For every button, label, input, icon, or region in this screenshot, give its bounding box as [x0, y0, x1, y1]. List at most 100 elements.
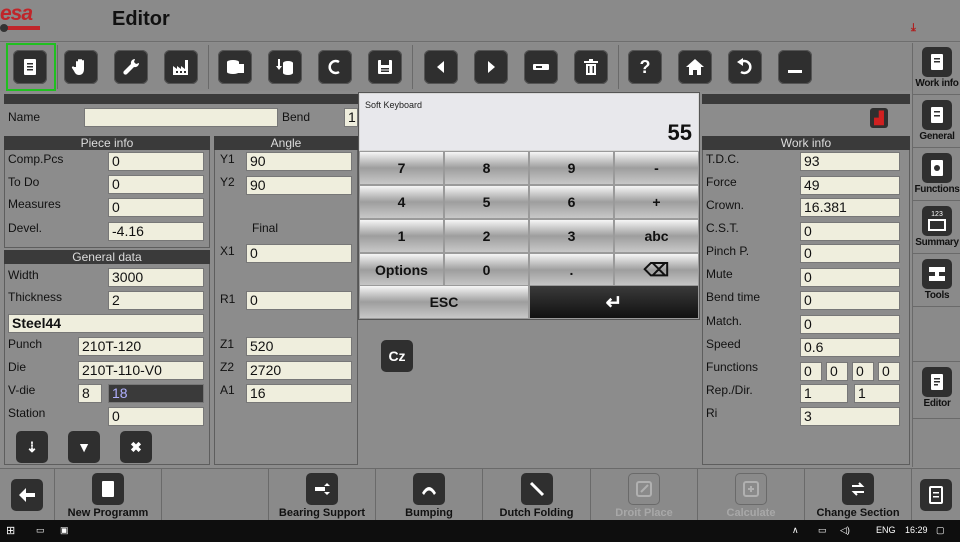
- network-icon[interactable]: ▭: [818, 525, 827, 536]
- r1-field[interactable]: 0: [246, 291, 352, 310]
- undo-button[interactable]: [728, 50, 762, 84]
- right-panel-item-summary[interactable]: 123 Summary: [913, 202, 960, 254]
- previous-button[interactable]: [424, 50, 458, 84]
- database-button[interactable]: [218, 50, 252, 84]
- key-9[interactable]: 9: [529, 151, 614, 185]
- match-field[interactable]: 0: [800, 315, 900, 334]
- factory-button[interactable]: [164, 50, 198, 84]
- rep-dir-field-1[interactable]: 1: [800, 384, 848, 403]
- toolbar: ?: [0, 43, 912, 91]
- material-field[interactable]: Steel44: [8, 314, 204, 333]
- functions-icon: [922, 153, 952, 183]
- measures-field[interactable]: 0: [108, 198, 204, 217]
- tray-chevron-icon[interactable]: ∧: [792, 525, 799, 536]
- esc-key[interactable]: ESC: [359, 285, 529, 319]
- key-backspace[interactable]: ⌫: [614, 253, 699, 287]
- key-4[interactable]: 4: [359, 185, 444, 219]
- y2-field[interactable]: 90: [246, 176, 352, 195]
- cz-button[interactable]: Cz: [381, 340, 413, 372]
- bend-time-field[interactable]: 0: [800, 291, 900, 310]
- tdc-field[interactable]: 93: [800, 152, 900, 171]
- force-field[interactable]: 49: [800, 176, 900, 195]
- tools-button[interactable]: [114, 50, 148, 84]
- bumping-button[interactable]: Bumping: [375, 469, 482, 521]
- thickness-field[interactable]: 2: [108, 291, 204, 310]
- key-abc[interactable]: abc: [614, 219, 699, 253]
- language-indicator[interactable]: ENG: [876, 525, 896, 535]
- task-view-icon[interactable]: ▭: [36, 525, 45, 536]
- bend-field[interactable]: 1: [344, 108, 358, 127]
- minimize-button[interactable]: [778, 50, 812, 84]
- mute-field[interactable]: 0: [800, 268, 900, 287]
- z1-field[interactable]: 520: [246, 337, 352, 356]
- functions-field-1[interactable]: 0: [800, 362, 822, 381]
- comp-pcs-field[interactable]: 0: [108, 152, 204, 171]
- clear-button[interactable]: [318, 50, 352, 84]
- back-button[interactable]: [0, 469, 54, 521]
- back-arrow-icon: [11, 479, 43, 511]
- speed-field[interactable]: 0.6: [800, 338, 900, 357]
- remove-bend-button[interactable]: [524, 50, 558, 84]
- z2-field[interactable]: 2720: [246, 361, 352, 380]
- x1-field[interactable]: 0: [246, 244, 352, 263]
- cross-tool-button[interactable]: ✖: [120, 431, 152, 463]
- key-7[interactable]: 7: [359, 151, 444, 185]
- new-programm-button[interactable]: New Programm: [54, 469, 161, 521]
- right-panel-item-general[interactable]: General: [913, 96, 960, 148]
- punch-field[interactable]: 210T-120: [78, 337, 204, 356]
- key-6[interactable]: 6: [529, 185, 614, 219]
- v-die-field-1[interactable]: 8: [78, 384, 102, 403]
- name-field[interactable]: [84, 108, 278, 127]
- v-die-field-2[interactable]: 18: [108, 384, 204, 403]
- key-5[interactable]: 5: [444, 185, 529, 219]
- key-8[interactable]: 8: [444, 151, 529, 185]
- volume-icon[interactable]: ◁): [840, 525, 850, 536]
- database-load-button[interactable]: [268, 50, 302, 84]
- manual-button[interactable]: [64, 50, 98, 84]
- key-0[interactable]: 0: [444, 253, 529, 287]
- punch-tool-button[interactable]: ▼: [68, 431, 100, 463]
- next-button[interactable]: [474, 50, 508, 84]
- pinch-field[interactable]: 0: [800, 244, 900, 263]
- functions-field-2[interactable]: 0: [826, 362, 848, 381]
- clock[interactable]: 16:29: [905, 525, 928, 535]
- right-panel-item-functions[interactable]: Functions: [913, 149, 960, 201]
- key-1[interactable]: 1: [359, 219, 444, 253]
- list-button[interactable]: [911, 469, 960, 521]
- enter-key[interactable]: ↵: [529, 285, 699, 319]
- windows-start-icon[interactable]: ⊞: [6, 524, 15, 537]
- crown-label: Crown.: [706, 198, 745, 212]
- functions-field-3[interactable]: 0: [852, 362, 874, 381]
- a1-field[interactable]: 16: [246, 384, 352, 403]
- key-2[interactable]: 2: [444, 219, 529, 253]
- y1-field[interactable]: 90: [246, 152, 352, 171]
- help-button[interactable]: ?: [628, 50, 662, 84]
- to-do-field[interactable]: 0: [108, 175, 204, 194]
- right-panel-item-work-info[interactable]: Work info: [913, 43, 960, 95]
- devel-field[interactable]: -4.16: [108, 222, 204, 241]
- tool-position-button[interactable]: ⇣: [16, 431, 48, 463]
- crown-field[interactable]: 16.381: [800, 198, 900, 217]
- dutch-folding-button[interactable]: Dutch Folding: [482, 469, 590, 521]
- cst-field[interactable]: 0: [800, 222, 900, 241]
- save-button[interactable]: [368, 50, 402, 84]
- key-minus[interactable]: -: [614, 151, 699, 185]
- right-panel-item-tools[interactable]: Tools: [913, 255, 960, 307]
- notifications-icon[interactable]: ▢: [936, 525, 945, 536]
- key-options[interactable]: Options: [359, 253, 444, 287]
- key-3[interactable]: 3: [529, 219, 614, 253]
- die-field[interactable]: 210T-110-V0: [78, 361, 204, 380]
- bearing-support-button[interactable]: Bearing Support: [268, 469, 375, 521]
- home-button[interactable]: [678, 50, 712, 84]
- change-section-button[interactable]: Change Section: [804, 469, 911, 521]
- delete-button[interactable]: [574, 50, 608, 84]
- station-field[interactable]: 0: [108, 407, 204, 426]
- width-field[interactable]: 3000: [108, 268, 204, 287]
- functions-field-4[interactable]: 0: [878, 362, 900, 381]
- rep-dir-field-2[interactable]: 1: [854, 384, 900, 403]
- key-plus[interactable]: +: [614, 185, 699, 219]
- ri-field[interactable]: 3: [800, 407, 900, 426]
- right-panel-item-editor[interactable]: Editor: [913, 363, 960, 419]
- taskbar-app-icon[interactable]: ▣: [60, 525, 69, 536]
- key-dot[interactable]: .: [529, 253, 614, 287]
